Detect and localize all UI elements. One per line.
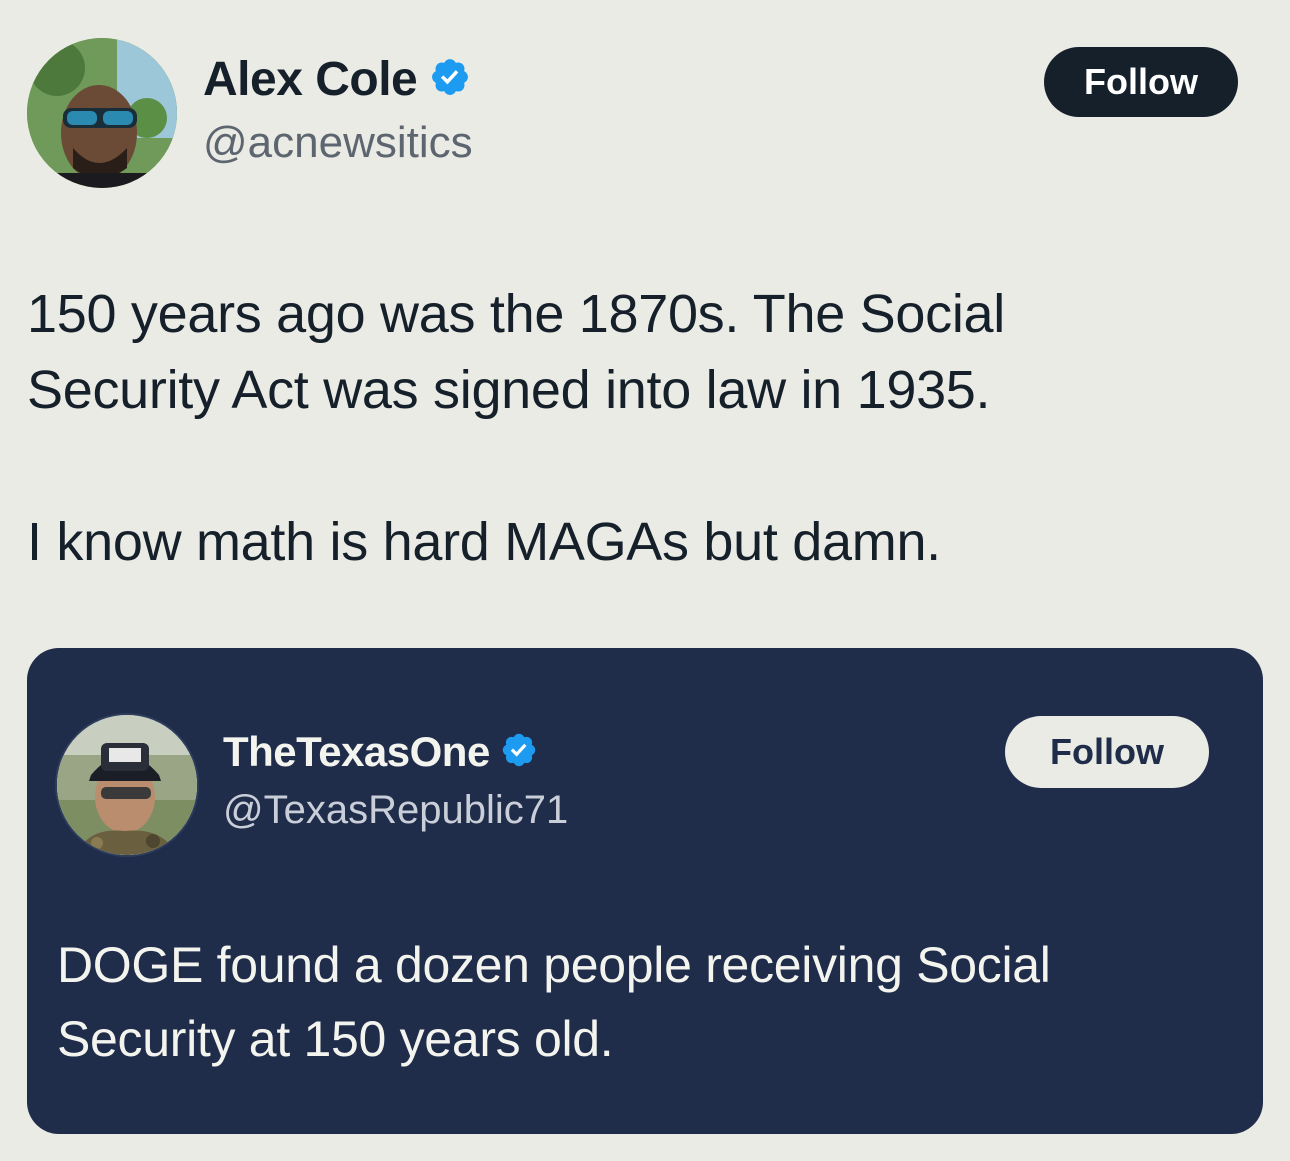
- author-display-name[interactable]: Alex Cole: [203, 52, 418, 107]
- quoted-author-handle[interactable]: @TexasRepublic71: [223, 788, 568, 833]
- quoted-tweet-text-line: Security at 150 years old.: [57, 1011, 614, 1067]
- author-handle[interactable]: @acnewsitics: [203, 118, 473, 168]
- verified-badge-icon: [500, 731, 538, 774]
- verified-badge-icon: [429, 56, 471, 103]
- quoted-author-display-name[interactable]: TheTexasOne: [223, 728, 490, 776]
- follow-button[interactable]: Follow: [1044, 47, 1238, 117]
- tweet-screenshot: Alex Cole @acnewsitics Follow 150 years …: [0, 0, 1290, 1161]
- avatar-photo: [27, 38, 177, 188]
- quoted-author-avatar[interactable]: [55, 713, 199, 857]
- author-avatar[interactable]: [27, 38, 177, 188]
- quoted-author-name-row: TheTexasOne: [223, 728, 538, 776]
- author-name-row: Alex Cole: [203, 52, 471, 107]
- quoted-tweet-card[interactable]: TheTexasOne @TexasRepublic71 Follow DOGE…: [27, 648, 1263, 1134]
- avatar-photo: [57, 715, 197, 855]
- quoted-tweet-text-line: DOGE found a dozen people receiving Soci…: [57, 937, 1051, 993]
- tweet-text-line: I know math is hard MAGAs but damn.: [27, 512, 941, 572]
- quoted-tweet-body: DOGE found a dozen people receiving Soci…: [57, 928, 1227, 1076]
- quoted-follow-button[interactable]: Follow: [1005, 716, 1209, 788]
- tweet-text-line: 150 years ago was the 1870s. The Social: [27, 284, 1005, 344]
- tweet-body: 150 years ago was the 1870s. The Social …: [27, 276, 1177, 580]
- tweet-text-line: Security Act was signed into law in 1935…: [27, 360, 991, 420]
